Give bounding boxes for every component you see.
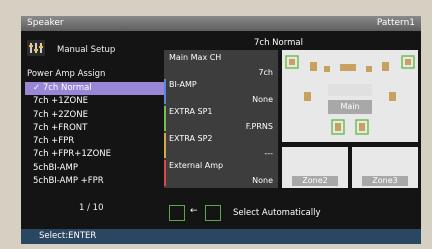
row-value: None [252,176,273,185]
row-extra-sp2: EXTRA SP2 --- [164,131,278,161]
row-value: 7ch [258,68,273,77]
zone2-panel: Zone2 [282,147,348,188]
row-bi-amp: BI-AMP None [164,77,278,107]
zone2-label: Zone2 [292,176,338,186]
speaker-setup-screen: Speaker Pattern1 Manual Setup Power Amp … [21,16,421,244]
screen-title: Speaker [27,18,64,28]
speaker-layout-diagram: Main [282,50,418,142]
row-key: External Amp [169,161,224,170]
speaker-settings-icon [27,40,45,56]
pattern-label: Pattern1 [376,18,415,28]
list-item-5ch-biamp-fpr[interactable]: 5chBI-AMP +FPR [25,175,166,188]
list-item-7ch-fpr-1zone[interactable]: 7ch +FPR+1ZONE [25,148,166,161]
list-item-7ch-2zone[interactable]: 7ch +2ZONE [25,109,166,122]
row-key: BI-AMP [169,80,197,89]
row-key: Main Max CH [169,53,222,62]
zone3-label: Zone3 [362,176,408,186]
row-value: None [252,95,273,104]
main-zone-label: Main [340,102,360,111]
row-color-bar [164,133,166,159]
list-item-7ch-1zone[interactable]: 7ch +1ZONE [25,95,166,108]
pattern-heading: 7ch Normal [254,38,303,48]
row-color-bar [164,52,166,78]
row-color-bar [164,106,166,132]
room-diagram-graphic [285,55,415,135]
speaker-box-icon [169,205,185,221]
list-item-7ch-fpr[interactable]: 7ch +FPR [25,135,166,148]
row-key: EXTRA SP1 [169,107,213,116]
row-main-max-ch: Main Max CH 7ch [164,50,278,80]
arrow-left-icon: ← [190,206,198,216]
row-external-amp: External Amp None [164,158,278,188]
title-bar: Speaker Pattern1 [21,16,421,31]
select-automatically-label: Select Automatically [233,208,321,218]
row-value: F.PRNS [245,122,273,131]
assignment-details: Main Max CH 7ch BI-AMP None EXTRA SP1 F.… [164,50,278,188]
zone-panels: Zone2 Zone3 [282,147,418,188]
footer-bar: Select:ENTER [21,229,421,244]
row-key: EXTRA SP2 [169,134,213,143]
list-item-7ch-normal[interactable]: ✓ 7ch Normal [25,82,166,96]
speaker-box-icon [205,205,221,221]
row-value: --- [264,149,273,158]
row-color-bar [164,79,166,105]
list-item-7ch-front[interactable]: 7ch +FRONT [25,122,166,135]
manual-setup-label: Manual Setup [57,45,116,55]
power-amp-assign-label: Power Amp Assign [27,69,106,79]
row-extra-sp1: EXTRA SP1 F.PRNS [164,104,278,134]
power-amp-assign-list: ✓ 7ch Normal 7ch +1ZONE 7ch +2ZONE 7ch +… [25,82,166,188]
row-color-bar [164,160,166,186]
select-automatically[interactable]: ← Select Automatically [169,205,369,221]
list-item-5ch-biamp[interactable]: 5chBI-AMP [25,162,166,175]
page-indicator: 1 / 10 [79,203,104,213]
footer-hint: Select:ENTER [39,231,97,241]
zone3-panel: Zone3 [352,147,418,188]
